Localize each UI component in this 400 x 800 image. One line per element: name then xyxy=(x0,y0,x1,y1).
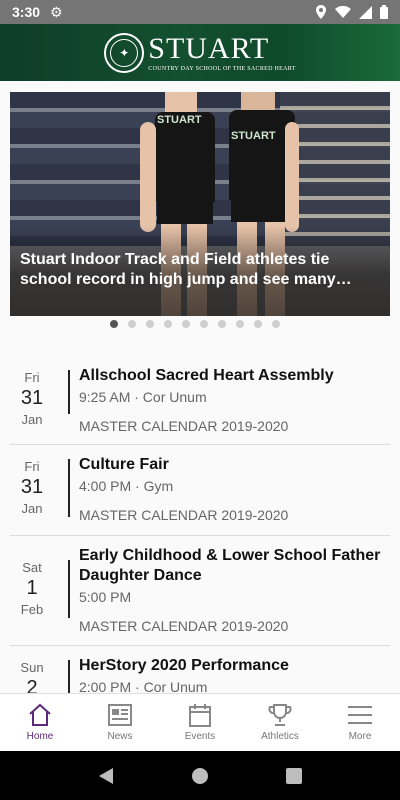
event-weekday: Sun xyxy=(20,660,44,675)
carousel-dot[interactable] xyxy=(164,320,172,328)
nav-home[interactable]: Home xyxy=(0,694,80,751)
event-calendar: MASTER CALENDAR 2019-2020 xyxy=(79,618,289,634)
carousel-pagination xyxy=(110,320,280,328)
status-icons xyxy=(315,5,388,19)
nav-events[interactable]: Events xyxy=(160,694,240,751)
event-month: Jan xyxy=(21,501,43,516)
nav-more[interactable]: More xyxy=(320,694,400,751)
event-time-location: 5:00 PM xyxy=(79,589,132,605)
event-month: Jan xyxy=(21,412,43,427)
event-date: Fri 31 Jan xyxy=(10,356,54,444)
event-weekday: Sat xyxy=(22,560,42,575)
nav-news-label: News xyxy=(107,731,133,742)
nav-home-label: Home xyxy=(26,731,54,742)
event-date: Sat 1 Feb xyxy=(10,536,54,645)
logo-main-text: STUART xyxy=(148,31,270,65)
school-seal-icon: ✦ xyxy=(104,32,145,73)
carousel-dot[interactable] xyxy=(218,320,226,328)
recents-icon[interactable] xyxy=(285,767,302,784)
status-time: 3:30 xyxy=(12,4,41,20)
event-day: 31 xyxy=(20,387,44,409)
battery-icon xyxy=(380,5,388,19)
news-icon xyxy=(108,704,132,726)
trophy-icon xyxy=(268,704,292,726)
carousel-dot[interactable] xyxy=(182,320,190,328)
nav-athletics-label: Athletics xyxy=(261,731,299,742)
logo-sub-text: COUNTRY DAY SCHOOL OF THE SACRED HEART xyxy=(148,65,296,72)
event-time-location: 4:00 PM · Gym xyxy=(79,478,174,494)
event-calendar: MASTER CALENDAR 2019-2020 xyxy=(79,507,289,523)
app-header: ✦ STUART COUNTRY DAY SCHOOL OF THE SACRE… xyxy=(0,24,400,81)
event-title: Allschool Sacred Heart Assembly xyxy=(79,367,334,384)
system-navigation-bar xyxy=(0,751,400,800)
event-row[interactable]: Fri 31 Jan Culture Fair 4:00 PM · Gym MA… xyxy=(10,445,390,536)
event-month: Feb xyxy=(20,602,44,617)
signal-icon xyxy=(359,5,372,19)
home-icon xyxy=(29,703,51,726)
menu-icon xyxy=(348,706,372,724)
school-logo: ✦ STUART COUNTRY DAY SCHOOL OF THE SACRE… xyxy=(104,31,296,73)
event-title: Culture Fair xyxy=(79,456,169,473)
nav-news[interactable]: News xyxy=(80,694,160,751)
event-row[interactable]: Fri 31 Jan Allschool Sacred Heart Assemb… xyxy=(10,356,390,445)
status-bar: 3:30 ⚙ xyxy=(0,0,400,24)
carousel-dot[interactable] xyxy=(110,320,118,328)
jersey-text-left: STUART xyxy=(157,114,202,126)
location-icon xyxy=(316,5,326,19)
nav-events-label: Events xyxy=(184,731,216,742)
settings-gear-icon: ⚙ xyxy=(50,3,63,20)
bottom-navigation: Home News Events Athletics More xyxy=(0,693,400,751)
carousel-dot[interactable] xyxy=(254,320,262,328)
news-carousel[interactable]: STUART STUART Stuart Indoor Track and Fi… xyxy=(10,92,390,316)
event-row[interactable]: Sat 1 Feb Early Childhood & Lower School… xyxy=(10,536,390,646)
wifi-icon xyxy=(335,6,351,18)
events-list: Fri 31 Jan Allschool Sacred Heart Assemb… xyxy=(10,356,390,706)
event-weekday: Fri xyxy=(24,459,40,474)
event-weekday: Fri xyxy=(24,370,40,385)
nav-athletics[interactable]: Athletics xyxy=(240,694,320,751)
carousel-dot[interactable] xyxy=(272,320,280,328)
event-title: HerStory 2020 Performance xyxy=(79,657,289,674)
event-day: 1 xyxy=(26,577,38,599)
event-time-location: 9:25 AM · Cor Unum xyxy=(79,389,207,405)
home-button-icon[interactable] xyxy=(191,767,209,785)
carousel-dot[interactable] xyxy=(236,320,244,328)
event-date: Fri 31 Jan xyxy=(10,445,54,535)
news-headline[interactable]: Stuart Indoor Track and Field athletes t… xyxy=(20,250,378,290)
event-calendar: MASTER CALENDAR 2019-2020 xyxy=(79,418,289,434)
carousel-dot[interactable] xyxy=(128,320,136,328)
nav-more-label: More xyxy=(348,731,372,742)
event-day: 31 xyxy=(20,476,44,498)
calendar-icon xyxy=(189,704,211,727)
carousel-dot[interactable] xyxy=(200,320,208,328)
back-icon[interactable] xyxy=(98,767,114,785)
carousel-dot[interactable] xyxy=(146,320,154,328)
event-title: Early Childhood & Lower School Father Da… xyxy=(79,547,381,584)
